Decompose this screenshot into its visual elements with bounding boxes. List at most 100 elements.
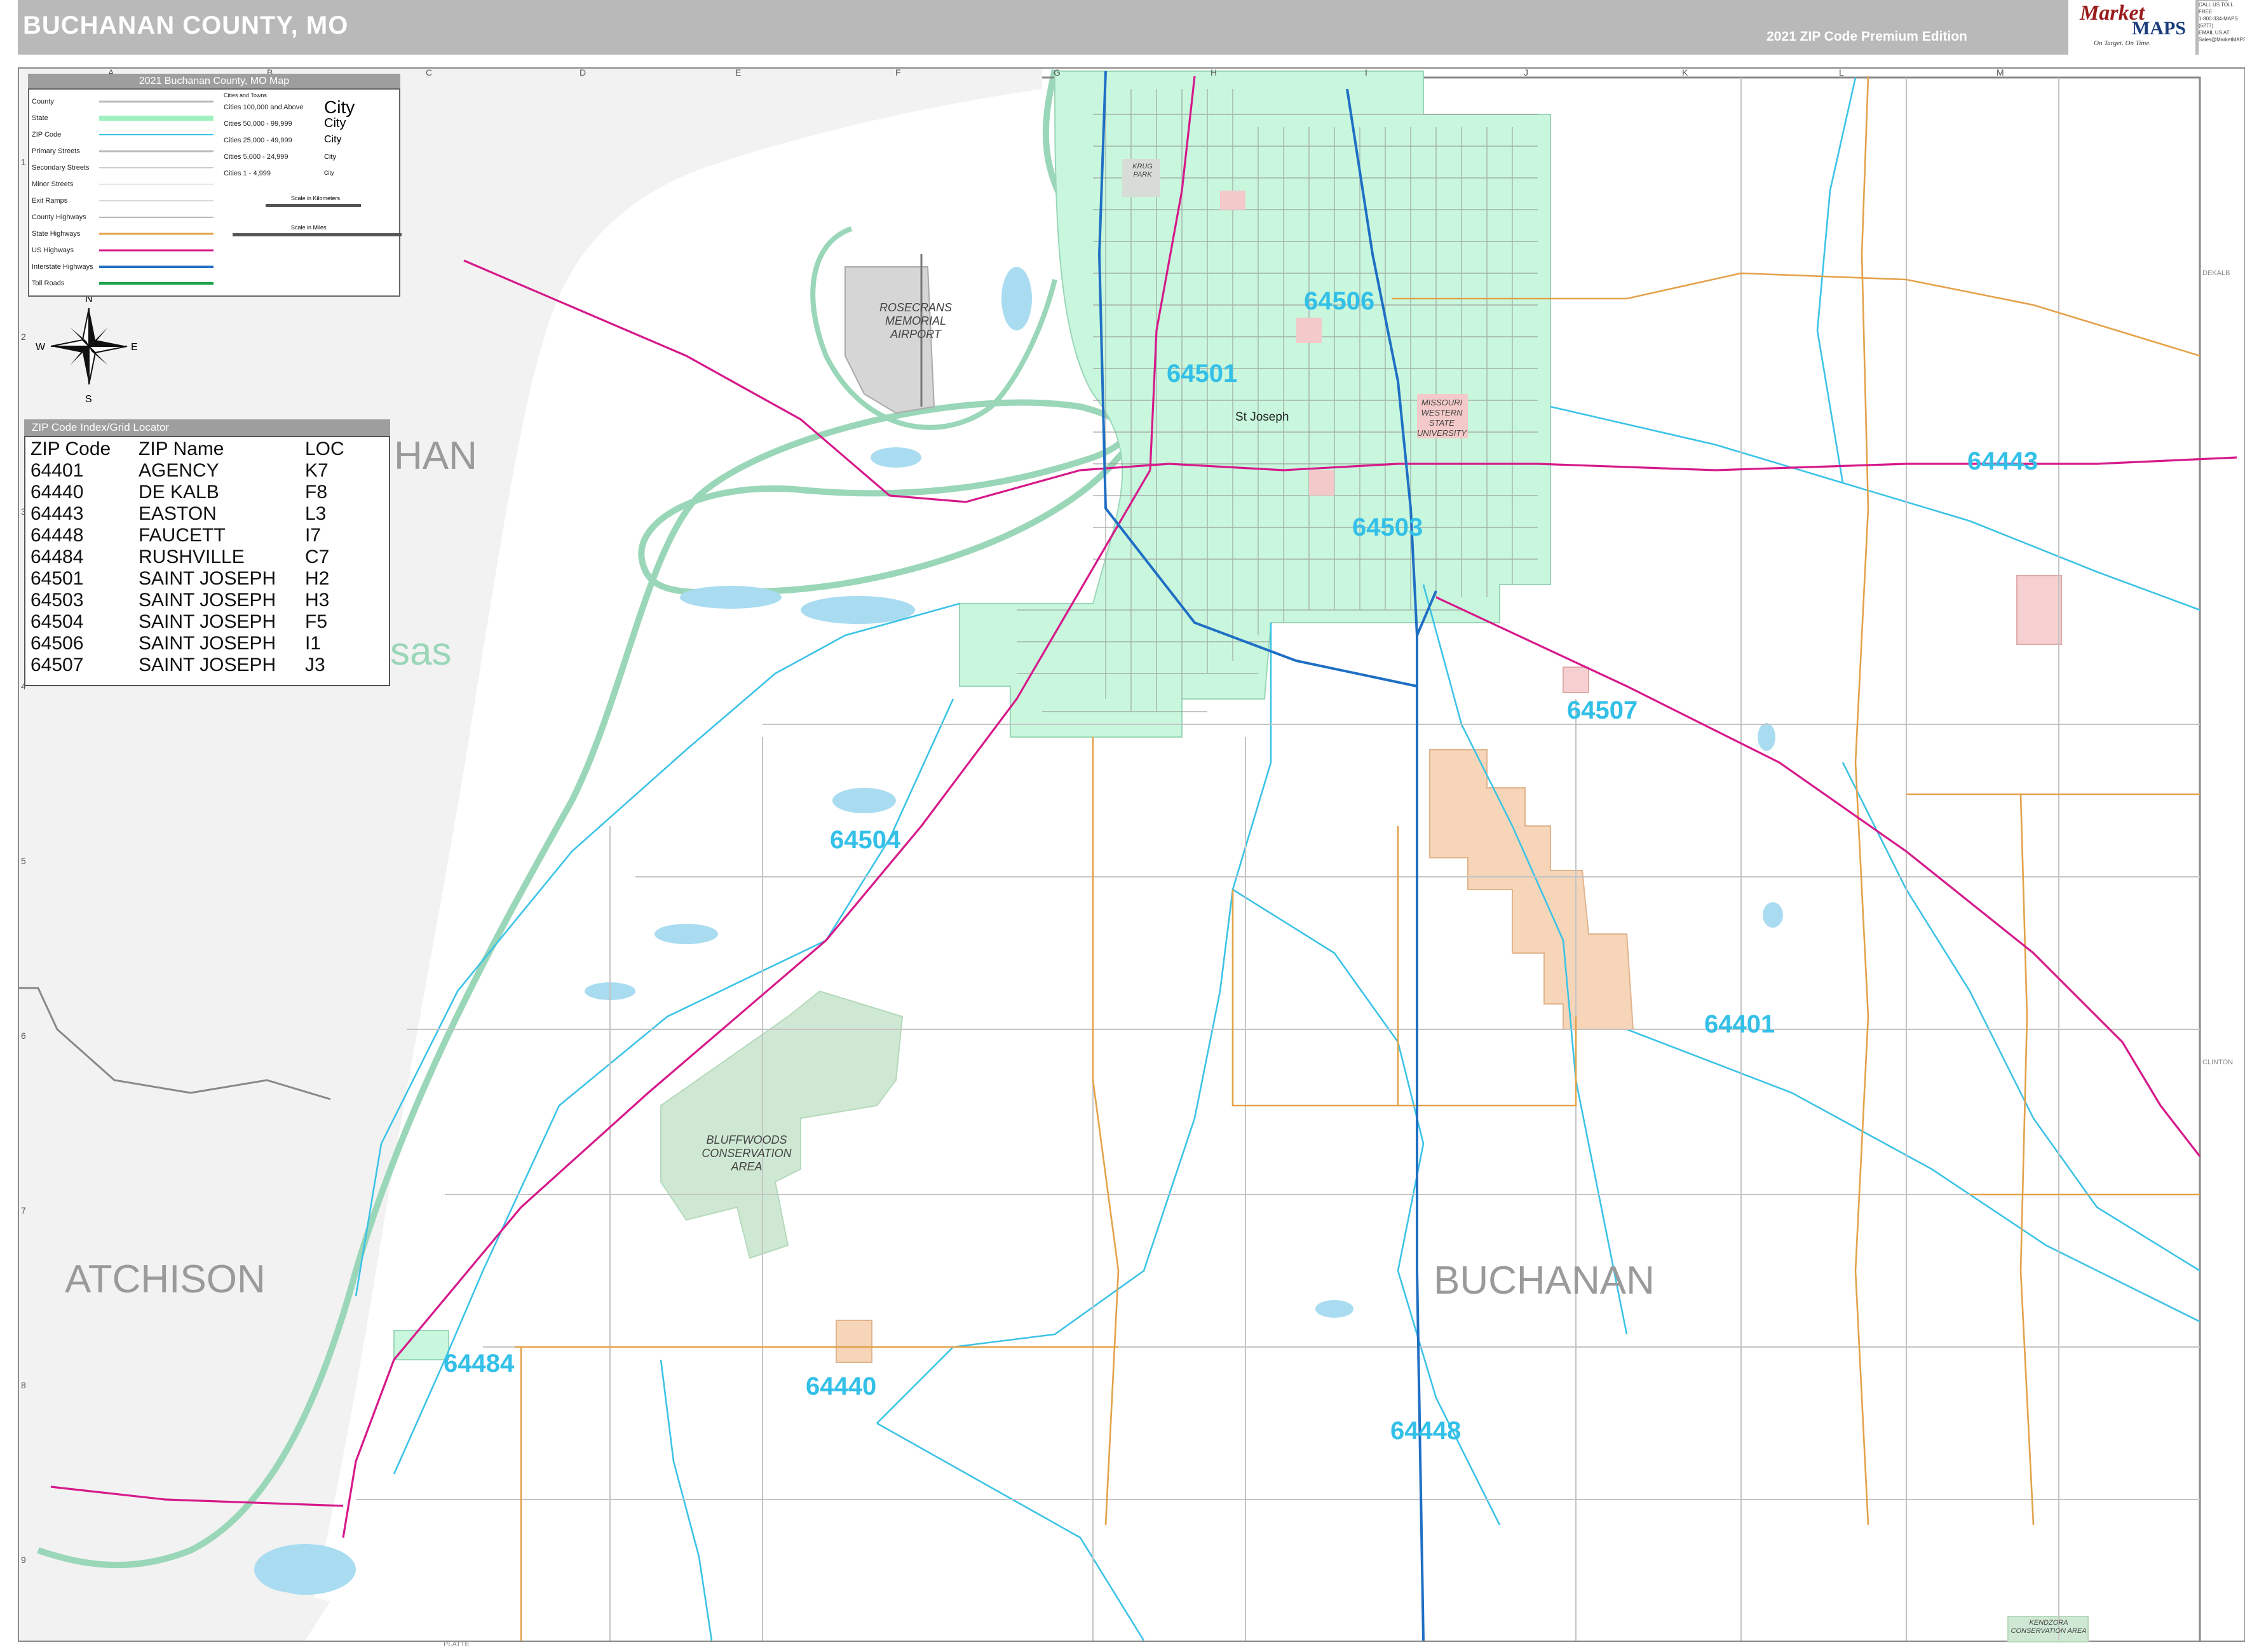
bluffwoods-area	[660, 990, 904, 1259]
legend-row-secondary: Secondary Streets	[32, 164, 90, 172]
loc-cell: C7	[305, 546, 330, 567]
table-row[interactable]: 64503 SAINT JOSEPH H3	[31, 590, 348, 611]
zip-cell: 64504	[31, 611, 84, 632]
state-label-partial: sas	[390, 630, 452, 674]
grid-col-d: D	[580, 67, 586, 78]
table-row[interactable]: 64507 SAINT JOSEPH J3	[31, 654, 348, 676]
loc-cell: K7	[305, 460, 329, 481]
name-cell: SAINT JOSEPH	[139, 654, 276, 675]
zip-label-64507[interactable]: 64507	[1567, 696, 1638, 725]
table-row[interactable]: 64448 FAUCETT I7	[31, 525, 348, 546]
name-cell: AGENCY	[139, 460, 219, 481]
easton-east-town	[1563, 667, 1589, 693]
loc-cell: I1	[305, 633, 322, 654]
edge-label-platte: PLATTE	[444, 1641, 470, 1648]
loc-cell: J3	[305, 654, 325, 675]
zip-label-64401[interactable]: 64401	[1704, 1010, 1775, 1039]
zip-cell: 64503	[31, 590, 84, 611]
grid-col-i: I	[1365, 67, 1367, 78]
legend-row-minor: Minor Streets	[32, 180, 74, 188]
grid-col-m: M	[1997, 67, 2004, 78]
name-cell: SAINT JOSEPH	[139, 590, 276, 611]
zip-index-table: ZIP Code ZIP Name LOC 64401 AGENCY K7 6444…	[24, 436, 390, 686]
zip-cell: 64401	[31, 460, 84, 481]
loc-cell: H2	[305, 568, 330, 589]
table-row[interactable]: 64443 EASTON L3	[31, 503, 348, 525]
loc-cell: L3	[305, 503, 327, 524]
table-row[interactable]: 64401 AGENCY K7	[31, 460, 348, 482]
grid-col-h: H	[1211, 67, 1217, 78]
zip-label-64504[interactable]: 64504	[830, 826, 900, 855]
zip-cell: 64507	[31, 654, 84, 675]
col-header-name: ZIP Name	[139, 438, 224, 459]
zip-label-64448[interactable]: 64448	[1390, 1417, 1461, 1446]
city-label-st-joseph[interactable]: St Joseph	[1235, 410, 1289, 424]
grid-row-6: 6	[21, 1031, 26, 1041]
legend-city-sample-4: City	[324, 153, 336, 161]
col-header-loc: LOC	[305, 438, 344, 459]
area-label-msu: MISSOURI WESTERN STATE UNIVERSITY	[1416, 398, 1467, 438]
zip-label-64484[interactable]: 64484	[444, 1350, 514, 1378]
edge-label-dekalb: DEKALB	[2202, 269, 2230, 277]
zip-cell: 64501	[31, 568, 84, 589]
zip-label-64503[interactable]: 64503	[1352, 513, 1423, 542]
legend-city-sample-1: City	[324, 97, 355, 117]
loc-cell: F5	[305, 611, 328, 632]
urban-poi	[1309, 470, 1334, 496]
legend-city-4: Cities 5,000 - 24,999	[224, 153, 288, 161]
compass-s: S	[85, 394, 92, 405]
legend-title: 2021 Buchanan County, MO Map	[28, 74, 400, 89]
legend-city-1: Cities 100,000 and Above	[224, 104, 304, 111]
legend-row-toll: Toll Roads	[32, 280, 65, 287]
loc-cell: F8	[305, 482, 328, 503]
legend-row-zip: ZIP Code	[32, 131, 62, 139]
legend-row-county: County	[32, 98, 54, 105]
grid-row-8: 8	[21, 1380, 26, 1390]
table-row[interactable]: 64440 DE KALB F8	[31, 482, 348, 503]
legend-row-primary: Primary Streets	[32, 147, 80, 155]
legend-row-us-hwy: US Highways	[32, 247, 74, 254]
name-cell: FAUCETT	[139, 525, 226, 546]
grid-row-7: 7	[21, 1205, 26, 1215]
legend-city-2: Cities 50,000 - 99,999	[224, 120, 292, 128]
county-label-buchanan: BUCHANAN	[1434, 1259, 1655, 1303]
compass-e: E	[131, 342, 138, 353]
name-cell: SAINT JOSEPH	[139, 568, 276, 589]
zip-label-64506[interactable]: 64506	[1304, 287, 1374, 316]
name-cell: EASTON	[139, 503, 217, 524]
name-cell: SAINT JOSEPH	[139, 611, 276, 632]
compass-w: W	[36, 342, 46, 353]
table-row[interactable]: 64484 RUSHVILLE C7	[31, 546, 348, 568]
legend-scale-mi: Scale in Miles	[291, 224, 327, 231]
rushville-town	[393, 1330, 449, 1360]
grid-col-l: L	[1839, 67, 1844, 78]
zip-cell: 64506	[31, 633, 84, 654]
zip-label-64443[interactable]: 64443	[1967, 447, 2038, 476]
urban-poi	[1220, 191, 1245, 210]
legend-scale-km: Scale in Kilometers	[291, 195, 341, 201]
loc-cell: H3	[305, 590, 330, 611]
zip-label-64501[interactable]: 64501	[1167, 360, 1237, 388]
zip-index-header-row: ZIP Code ZIP Name LOC	[31, 438, 348, 460]
county-label-atchison: ATCHISON	[65, 1257, 266, 1301]
name-cell: RUSHVILLE	[139, 546, 245, 567]
urban-poi	[1296, 318, 1322, 343]
zip-cell: 64484	[31, 546, 84, 567]
grid-col-e: E	[735, 67, 741, 78]
easton-town	[2016, 575, 2062, 645]
table-row[interactable]: 64504 SAINT JOSEPH F5	[31, 611, 348, 633]
agency-town	[1429, 749, 1634, 1030]
zip-index-title: ZIP Code Index/Grid Locator	[24, 419, 390, 436]
county-label-partial: HAN	[394, 434, 477, 478]
legend-row-exit: Exit Ramps	[32, 197, 68, 205]
loc-cell: I7	[305, 525, 322, 546]
grid-row-9: 9	[21, 1555, 26, 1565]
table-row[interactable]: 64506 SAINT JOSEPH I1	[31, 633, 348, 654]
zip-label-64440[interactable]: 64440	[806, 1372, 876, 1401]
grid-col-k: K	[1682, 67, 1688, 78]
area-label-airport: ROSECRANS MEMORIAL AIRPORT	[879, 301, 953, 341]
map-legend: County State ZIP Code Primary Streets Se…	[28, 88, 402, 297]
table-row[interactable]: 64501 SAINT JOSEPH H2	[31, 568, 348, 590]
legend-row-interstate: Interstate Highways	[32, 263, 93, 271]
legend-city-sample-2: City	[324, 116, 346, 130]
